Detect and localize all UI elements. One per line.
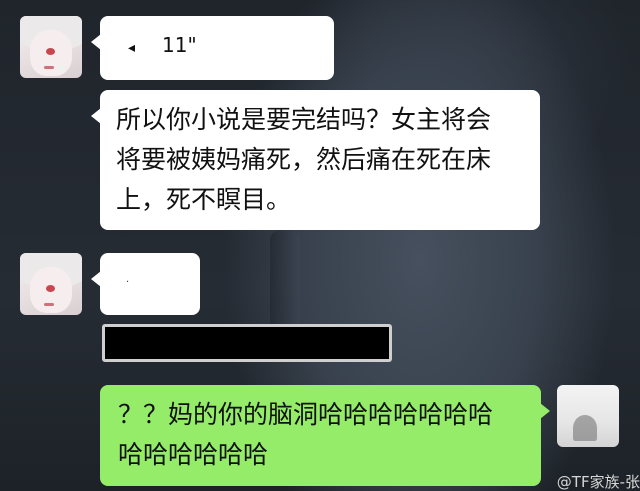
voice-message-bubble[interactable]: ◂ 11" [91,16,334,80]
avatar-silhouette [573,415,597,441]
voice-duration: 11" [162,33,197,57]
redacted-message [102,324,392,362]
message-line: 哈哈哈哈哈哈 [118,440,269,469]
avatar-eye [46,285,55,292]
outgoing-message-bubble[interactable]: ？？妈的你的脑洞哈哈哈哈哈哈哈 哈哈哈哈哈哈 [100,385,550,486]
text-message-bubble[interactable]: · [91,253,200,315]
my-avatar[interactable] [557,385,619,447]
message-line: ？？妈的你的脑洞哈哈哈哈哈哈哈 [118,400,494,429]
avatar-lip [44,303,54,306]
contact-avatar[interactable] [20,16,82,78]
contact-avatar[interactable] [20,253,82,315]
text-message-bubble[interactable]: 所以你小说是要完结吗？女主将会 将要被姨妈痛死，然后痛在死在床 上，死不瞑目。 [91,90,540,230]
voice-play-icon: ◂ [128,40,136,56]
message-line: 所以你小说是要完结吗？女主将会 [116,105,492,134]
watermark: @TF家族-张 [556,473,640,491]
avatar-lip [44,66,54,69]
avatar-eye [46,48,55,55]
message-line: 将要被姨妈痛死，然后痛在死在床 [116,145,492,174]
message-text: · [126,277,130,288]
message-line: 上，死不瞑目。 [116,185,292,214]
